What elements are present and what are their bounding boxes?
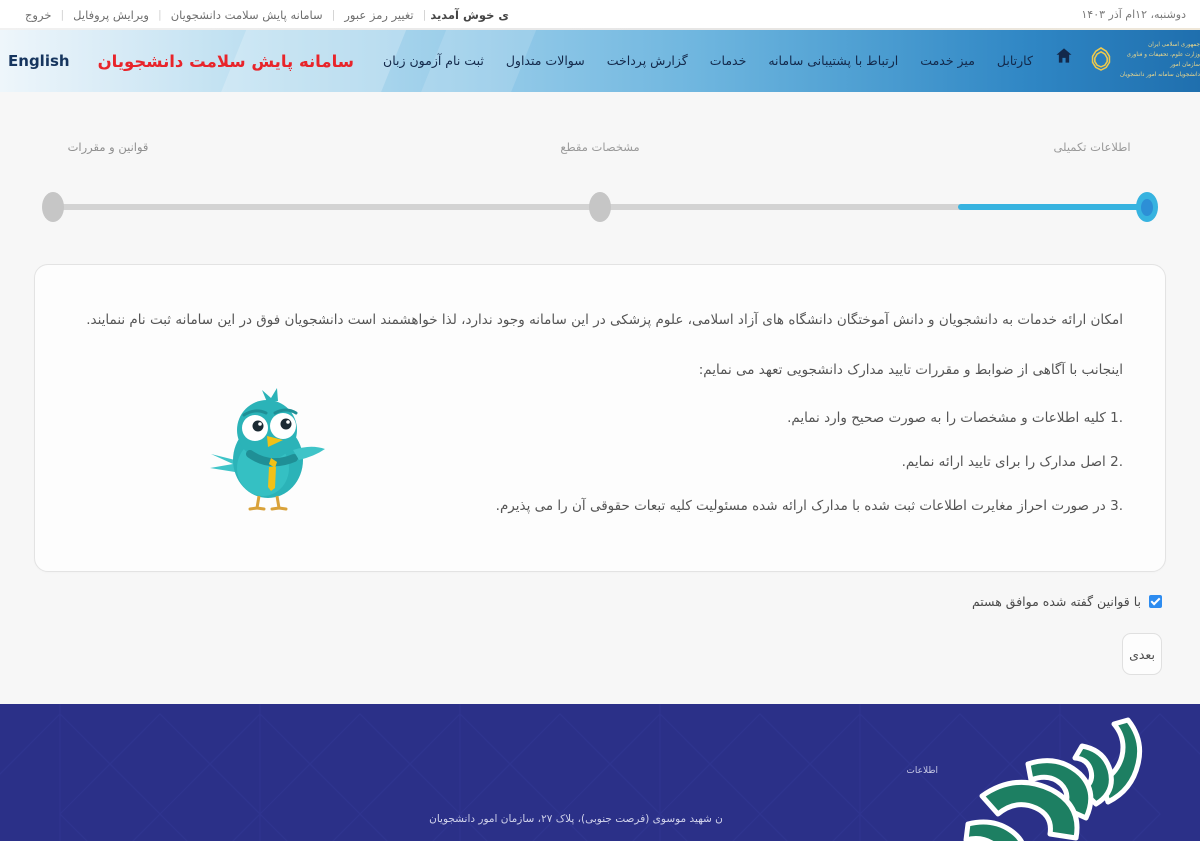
nav-item-services[interactable]: خدمات (699, 30, 758, 92)
stepper-track (42, 192, 1158, 222)
term-item-3: 3. در صورت احراز مغایرت اطلاعات ثبت شده … (77, 494, 1123, 520)
notice-text: امکان ارائه خدمات به دانشجویان و دانش آم… (86, 312, 1123, 328)
english-language-link[interactable]: English (0, 52, 80, 70)
nav-item-kartabl[interactable]: کارتابل (986, 30, 1044, 92)
step-label-degree-details: مشخصات مقطع (560, 140, 640, 154)
nav-item-support-contact[interactable]: ارتباط با پشتیبانی سامانه (757, 30, 909, 92)
next-button[interactable]: بعدی (1122, 633, 1162, 676)
registration-stepper: اطلاعات تکمیلی مشخصات مقطع قوانین و مقرر… (34, 92, 1166, 222)
agreement-checkbox[interactable] (1149, 595, 1162, 609)
terms-card: امکان ارائه خدمات به دانشجویان و دانش آم… (34, 264, 1166, 573)
page-content: اطلاعات تکمیلی مشخصات مقطع قوانین و مقرر… (0, 92, 1200, 704)
nav-item-faq[interactable]: سوالات متداول (495, 30, 596, 92)
actions-row: بعدی (34, 633, 1166, 676)
top-utility-bar: دوشنبه، ۱۲ام آذر ۱۴۰۳ ی خوش آمدید | تغیی… (0, 0, 1200, 30)
current-date: دوشنبه، ۱۲ام آذر ۱۴۰۳ (1081, 8, 1186, 21)
starburst-emblem-icon (1088, 46, 1114, 76)
term-number: 3. (1110, 497, 1123, 514)
organization-logo-text: جمهوری اسلامی ایران وزارت علوم، تحقیقات … (1119, 42, 1200, 78)
commitment-intro-text: اینجانب با آگاهی از ضوابط و مقررات تایید… (698, 361, 1123, 378)
step-label-supplementary-info: اطلاعات تکمیلی (1053, 140, 1131, 154)
term-item-2: 2. اصل مدارک را برای تایید ارائه نمایم. (77, 450, 1123, 476)
nav-home[interactable] (1044, 30, 1088, 92)
logout-link[interactable]: خروج (16, 8, 60, 22)
term-item-1: 1. کلیه اطلاعات و مشخصات را به صورت صحیح… (77, 406, 1123, 432)
footer-address: ن شهید موسوی (فرصت جنوبی)، پلاک ۲۷، سازم… (429, 813, 723, 825)
nav-item-payment-report[interactable]: گزارش پرداخت (596, 30, 699, 92)
health-monitoring-system-link[interactable]: سامانه پایش سلامت دانشجویان (162, 8, 332, 22)
terms-list: 1. کلیه اطلاعات و مشخصات را به صورت صحیح… (77, 406, 1123, 519)
organization-logo[interactable]: جمهوری اسلامی ایران وزارت علوم، تحقیقات … (1082, 30, 1200, 92)
nav-menu: کارتابل میز خدمت ارتباط با پشتیبانی ساما… (372, 30, 1088, 92)
separator: | (331, 8, 336, 21)
change-password-link[interactable]: تغییر رمز عبور (335, 8, 422, 22)
site-brand-title: سامانه پایش سلامت دانشجویان (97, 51, 355, 71)
term-text: اصل مدارک را برای تایید ارائه نمایم. (901, 453, 1106, 470)
welcome-text: ی خوش آمدید (430, 7, 509, 22)
edit-profile-link[interactable]: ویرایش پروفایل (64, 8, 158, 22)
separator: | (60, 8, 65, 21)
separator: | (422, 8, 427, 21)
agreement-label: با قوانین گفته شده موافق هستم (971, 594, 1141, 610)
step-dot-inner (1141, 199, 1153, 216)
saman-calligraphy-logo (932, 712, 1162, 841)
agreement-row: با قوانین گفته شده موافق هستم (34, 594, 1166, 609)
stepper-track-fill (957, 204, 1152, 210)
nav-item-service-desk[interactable]: میز خدمت (909, 30, 986, 92)
step-label-rules-and-regulations: قوانین و مقررات (67, 140, 149, 154)
step-dot-degree-details[interactable] (589, 192, 611, 222)
stepper-labels: اطلاعات تکمیلی مشخصات مقطع قوانین و مقرر… (38, 140, 1162, 154)
term-text: کلیه اطلاعات و مشخصات را به صورت صحیح وا… (787, 410, 1106, 427)
term-text: در صورت احراز مغایرت اطلاعات ثبت شده با … (495, 497, 1106, 514)
term-number: 1. (1110, 410, 1123, 427)
separator: | (157, 8, 162, 21)
nav-item-language-exam-registration[interactable]: ثبت نام آزمون زبان (372, 30, 495, 92)
main-navbar: جمهوری اسلامی ایران وزارت علوم، تحقیقات … (0, 30, 1200, 92)
page-footer: اطلاعات ن شهید موسوی (فرصت جنوبی)، پلاک … (0, 704, 1200, 841)
step-dot-rules-and-regulations[interactable] (1136, 192, 1158, 222)
home-icon (1054, 30, 1074, 92)
term-number: 2. (1110, 453, 1123, 470)
step-dot-supplementary-info[interactable] (42, 192, 64, 222)
top-utility-links: ی خوش آمدید | تغییر رمز عبور | سامانه پا… (16, 8, 518, 22)
